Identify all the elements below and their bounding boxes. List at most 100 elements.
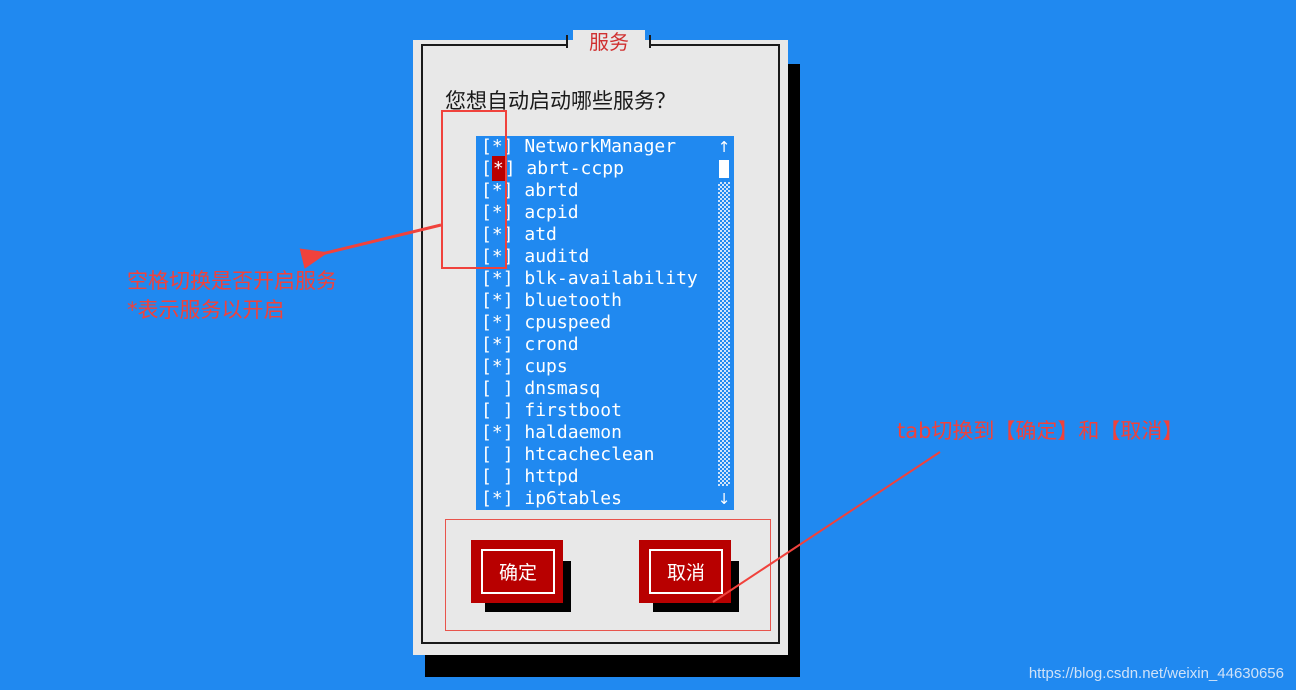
checkbox-bracket-open: [ — [481, 334, 492, 355]
annotation-left-text: 空格切换是否开启服务 *表示服务以开启 — [127, 267, 337, 325]
checkbox-bracket-open: [ — [481, 268, 492, 289]
scroll-down-arrow-icon[interactable]: ↓ — [714, 488, 734, 510]
checkbox-mark[interactable] — [492, 400, 503, 421]
ok-button-label: 确定 — [481, 549, 555, 594]
service-list-item[interactable]: [*] auditd — [476, 246, 734, 268]
service-list-item[interactable]: [*] NetworkManager — [476, 136, 734, 158]
service-name: firstboot — [524, 400, 622, 421]
service-list-item[interactable]: [ ] dnsmasq — [476, 378, 734, 400]
service-name: auditd — [524, 246, 590, 267]
scrollbar-thumb[interactable] — [719, 160, 729, 178]
checkbox-bracket-open: [ — [481, 290, 492, 311]
annotation-checkbox-highlight-rect — [441, 110, 507, 269]
services-rows: [*] NetworkManager [*] abrt-ccpp [*] abrtd… — [476, 136, 734, 510]
scroll-up-arrow-icon[interactable]: ↑ — [714, 136, 734, 158]
checkbox-bracket-open: [ — [481, 422, 492, 443]
list-scrollbar[interactable]: ↑ ↓ — [714, 136, 734, 510]
service-list-item[interactable]: [*] bluetooth — [476, 290, 734, 312]
service-name: dnsmasq — [524, 378, 601, 399]
scrollbar-track[interactable] — [718, 182, 730, 486]
service-list-item[interactable]: [*] haldaemon — [476, 422, 734, 444]
service-name: cpuspeed — [524, 312, 612, 333]
checkbox-bracket-close: ] — [502, 312, 514, 333]
checkbox-mark[interactable]: * — [492, 356, 503, 377]
service-list-item[interactable]: [*] acpid — [476, 202, 734, 224]
service-list-item[interactable]: [ ] firstboot — [476, 400, 734, 422]
cancel-button-label: 取消 — [649, 549, 723, 594]
dialog-title: 服务 — [573, 30, 645, 54]
checkbox-bracket-open: [ — [481, 400, 492, 421]
service-name: htcacheclean — [524, 444, 655, 465]
checkbox-bracket-open: [ — [481, 312, 492, 333]
checkbox-bracket-close: ] — [502, 268, 514, 289]
checkbox-bracket-close: ] — [502, 488, 514, 509]
checkbox-mark[interactable] — [492, 444, 503, 465]
service-name: atd — [524, 224, 557, 245]
ok-button-container: 确定 — [471, 540, 571, 612]
service-name: abrtd — [524, 180, 579, 201]
service-list-item[interactable]: [*] crond — [476, 334, 734, 356]
service-name: acpid — [524, 202, 579, 223]
service-name: blk-availability — [524, 268, 698, 289]
services-list[interactable]: [*] NetworkManager [*] abrt-ccpp [*] abrtd… — [476, 136, 734, 510]
annotation-left-line-1: 空格切换是否开启服务 — [127, 269, 337, 293]
checkbox-bracket-open: [ — [481, 356, 492, 377]
checkbox-mark[interactable] — [492, 378, 503, 399]
checkbox-bracket-close: ] — [502, 334, 514, 355]
watermark: https://blog.csdn.net/weixin_44630656 — [1028, 665, 1284, 682]
service-list-item[interactable]: [ ] httpd — [476, 466, 734, 488]
service-list-item[interactable]: [*] cpuspeed — [476, 312, 734, 334]
checkbox-mark[interactable]: * — [492, 488, 503, 509]
title-tick-left — [566, 35, 568, 48]
service-name: httpd — [524, 466, 579, 487]
checkbox-mark[interactable]: * — [492, 290, 503, 311]
checkbox-bracket-open: [ — [481, 466, 492, 487]
checkbox-bracket-close: ] — [502, 290, 514, 311]
checkbox-bracket-close: ] — [502, 378, 514, 399]
service-list-item[interactable]: [ ] htcacheclean — [476, 444, 734, 466]
checkbox-bracket-close: ] — [502, 400, 514, 421]
service-name: bluetooth — [524, 290, 622, 311]
cancel-button[interactable]: 取消 — [639, 540, 731, 603]
service-name: NetworkManager — [524, 136, 677, 157]
checkbox-bracket-close: ] — [502, 444, 514, 465]
checkbox-mark[interactable]: * — [492, 268, 503, 289]
checkbox-bracket-close: ] — [502, 422, 514, 443]
service-list-item[interactable]: [*] cups — [476, 356, 734, 378]
service-list-item[interactable]: [*] atd — [476, 224, 734, 246]
service-name: crond — [524, 334, 579, 355]
service-list-item[interactable]: [*] blk-availability — [476, 268, 734, 290]
checkbox-bracket-open: [ — [481, 488, 492, 509]
checkbox-mark[interactable]: * — [492, 422, 503, 443]
service-name: haldaemon — [524, 422, 622, 443]
service-list-item[interactable]: [*] abrtd — [476, 180, 734, 202]
checkbox-mark[interactable] — [492, 466, 503, 487]
cancel-button-container: 取消 — [639, 540, 739, 612]
checkbox-bracket-close: ] — [502, 356, 514, 377]
service-list-item[interactable]: [*] ip6tables — [476, 488, 734, 510]
checkbox-mark[interactable]: * — [492, 334, 503, 355]
checkbox-bracket-close: ] — [502, 466, 514, 487]
checkbox-mark[interactable]: * — [492, 312, 503, 333]
service-name: ip6tables — [524, 488, 622, 509]
annotation-right-text: tab切换到【确定】和【取消】 — [897, 419, 1184, 443]
service-list-item[interactable]: [*] abrt-ccpp — [476, 158, 734, 180]
checkbox-bracket-open: [ — [481, 378, 492, 399]
title-tick-right — [649, 35, 651, 48]
ok-button[interactable]: 确定 — [471, 540, 563, 603]
